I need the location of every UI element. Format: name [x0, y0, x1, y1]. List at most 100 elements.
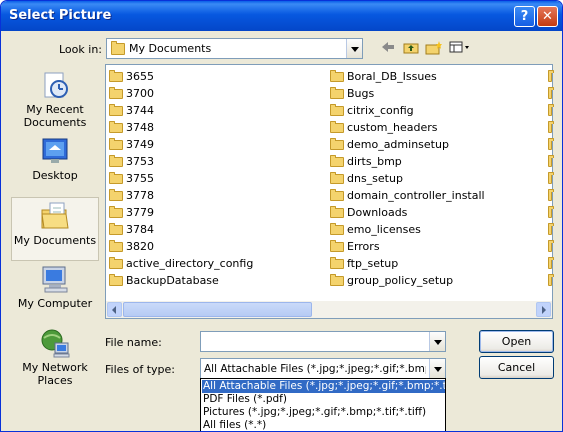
files-of-type-dropdown-arrow[interactable]: [429, 359, 445, 378]
folder-icon: [330, 274, 344, 286]
file-list-item-label: 3655: [126, 70, 154, 83]
file-list-item-label: group_policy_setup: [347, 274, 454, 287]
folder-icon: [548, 206, 554, 218]
file-list-item-label: 3779: [126, 206, 154, 219]
folder-icon: [330, 189, 344, 201]
file-list[interactable]: 3655 3700 3744 3748 3749 3753 3755 3778 3779 3784…: [105, 64, 554, 319]
folder-icon: [109, 70, 123, 82]
folder-icon: [548, 257, 554, 269]
place-my-documents[interactable]: My Documents: [11, 197, 99, 261]
folder-icon: [109, 121, 123, 133]
desktop-icon: [42, 138, 68, 163]
recent-documents-icon: [44, 72, 68, 98]
place-my-network-places[interactable]: My Network Places: [11, 327, 99, 387]
folder-icon: [109, 274, 123, 286]
folder-icon: [548, 104, 554, 116]
select-picture-dialog: Select Picture ? ✕ Look in: My Documents…: [0, 0, 563, 432]
folder-icon: [548, 155, 554, 167]
filetype-option[interactable]: All files (*.*): [202, 419, 445, 431]
file-list-item-label: 3748: [126, 121, 154, 134]
file-list-item-label: domain_controller_install: [347, 189, 485, 202]
look-in-combo[interactable]: My Documents: [106, 38, 363, 59]
file-list-item-label: 3749: [126, 138, 154, 151]
file-list-item-label: active_directory_config: [126, 257, 254, 270]
folder-icon: [548, 223, 554, 235]
filetype-option[interactable]: All Attachable Files (*.jpg;*.jpeg;*.gif…: [202, 380, 445, 393]
look-in-dropdown-arrow[interactable]: [346, 39, 362, 58]
file-name-input[interactable]: [200, 331, 446, 352]
folder-icon: [330, 155, 344, 167]
file-list-item-label: Errors: [347, 240, 380, 253]
folder-icon: [330, 206, 344, 218]
folder-icon: [330, 172, 344, 184]
file-list-item-label: custom_headers: [347, 121, 438, 134]
place-desktop[interactable]: Desktop: [11, 135, 99, 182]
folder-icon: [330, 104, 344, 116]
help-button[interactable]: ?: [514, 6, 535, 27]
folder-icon: [109, 172, 123, 184]
file-list-item-label: 3755: [126, 172, 154, 185]
scroll-right-button[interactable]: [536, 302, 551, 317]
file-list-item-label: emo_licenses: [347, 223, 421, 236]
files-of-type-select[interactable]: All Attachable Files (*.jpg;*.jpeg;*.gif…: [200, 358, 446, 379]
cancel-button[interactable]: Cancel: [479, 356, 554, 379]
folder-icon: [109, 104, 123, 116]
place-label: My Documents: [13, 234, 97, 247]
file-list-item-label: BackupDatabase: [126, 274, 219, 287]
folder-icon: [548, 189, 554, 201]
title-bar[interactable]: Select Picture ? ✕: [1, 1, 562, 31]
place-my-recent-documents[interactable]: My Recent Documents: [11, 69, 99, 129]
folder-icon: [548, 70, 554, 82]
folder-icon: [109, 87, 123, 99]
folder-icon: [330, 138, 344, 150]
folder-icon: [330, 87, 344, 99]
file-list-item-label: dirts_bmp: [347, 155, 402, 168]
folder-icon: [330, 70, 344, 82]
open-button[interactable]: Open: [479, 330, 554, 353]
folder-icon: [109, 206, 123, 218]
horizontal-scrollbar[interactable]: [106, 301, 552, 318]
files-of-type-label: Files of type:: [105, 363, 176, 376]
place-label: My Network Places: [22, 361, 88, 387]
views-menu-icon[interactable]: [449, 40, 471, 57]
folder-icon: [548, 240, 554, 252]
places-bar: My Recent Documents Desktop My Documents…: [5, 63, 99, 395]
file-list-item-label: citrix_config: [347, 104, 414, 117]
folder-icon: [548, 121, 554, 133]
network-places-icon: [41, 329, 70, 358]
file-list-item-label: demo_adminsetup: [347, 138, 449, 151]
my-documents-icon: [41, 202, 69, 229]
file-list-item-label: 3744: [126, 104, 154, 117]
file-list-item-label: ftp_setup: [347, 257, 399, 270]
my-documents-folder-icon: [111, 41, 125, 55]
folder-icon: [548, 172, 554, 184]
folder-icon: [109, 155, 123, 167]
folder-icon: [109, 240, 123, 252]
window-title: Select Picture: [9, 8, 112, 23]
folder-icon: [548, 87, 554, 99]
folder-icon: [548, 138, 554, 150]
scroll-left-button[interactable]: [107, 302, 122, 317]
file-list-item-label: Boral_DB_Issues: [347, 70, 437, 83]
new-folder-icon[interactable]: [425, 40, 443, 57]
folder-icon: [109, 138, 123, 150]
file-list-item-label: 3700: [126, 87, 154, 100]
file-list-item-label: Bugs: [347, 87, 375, 100]
file-list-item-label: 3820: [126, 240, 154, 253]
folder-icon: [109, 189, 123, 201]
folder-icon: [330, 240, 344, 252]
filetype-option[interactable]: Pictures (*.jpg;*.jpeg;*.gif;*.bmp;*.tif…: [202, 406, 445, 419]
place-label: Desktop: [32, 169, 78, 182]
back-icon[interactable]: [379, 40, 397, 57]
scroll-thumb[interactable]: [123, 302, 312, 317]
place-my-computer[interactable]: My Computer: [11, 263, 99, 310]
folder-icon: [330, 223, 344, 235]
file-list-item-label: 3778: [126, 189, 154, 202]
up-one-level-icon[interactable]: [402, 40, 420, 57]
close-button[interactable]: ✕: [537, 6, 558, 27]
folder-icon: [109, 223, 123, 235]
file-name-dropdown-arrow[interactable]: [429, 332, 445, 351]
file-list-item-label: 3753: [126, 155, 154, 168]
folder-icon: [109, 257, 123, 269]
filetype-option[interactable]: PDF Files (*.pdf): [202, 393, 445, 406]
